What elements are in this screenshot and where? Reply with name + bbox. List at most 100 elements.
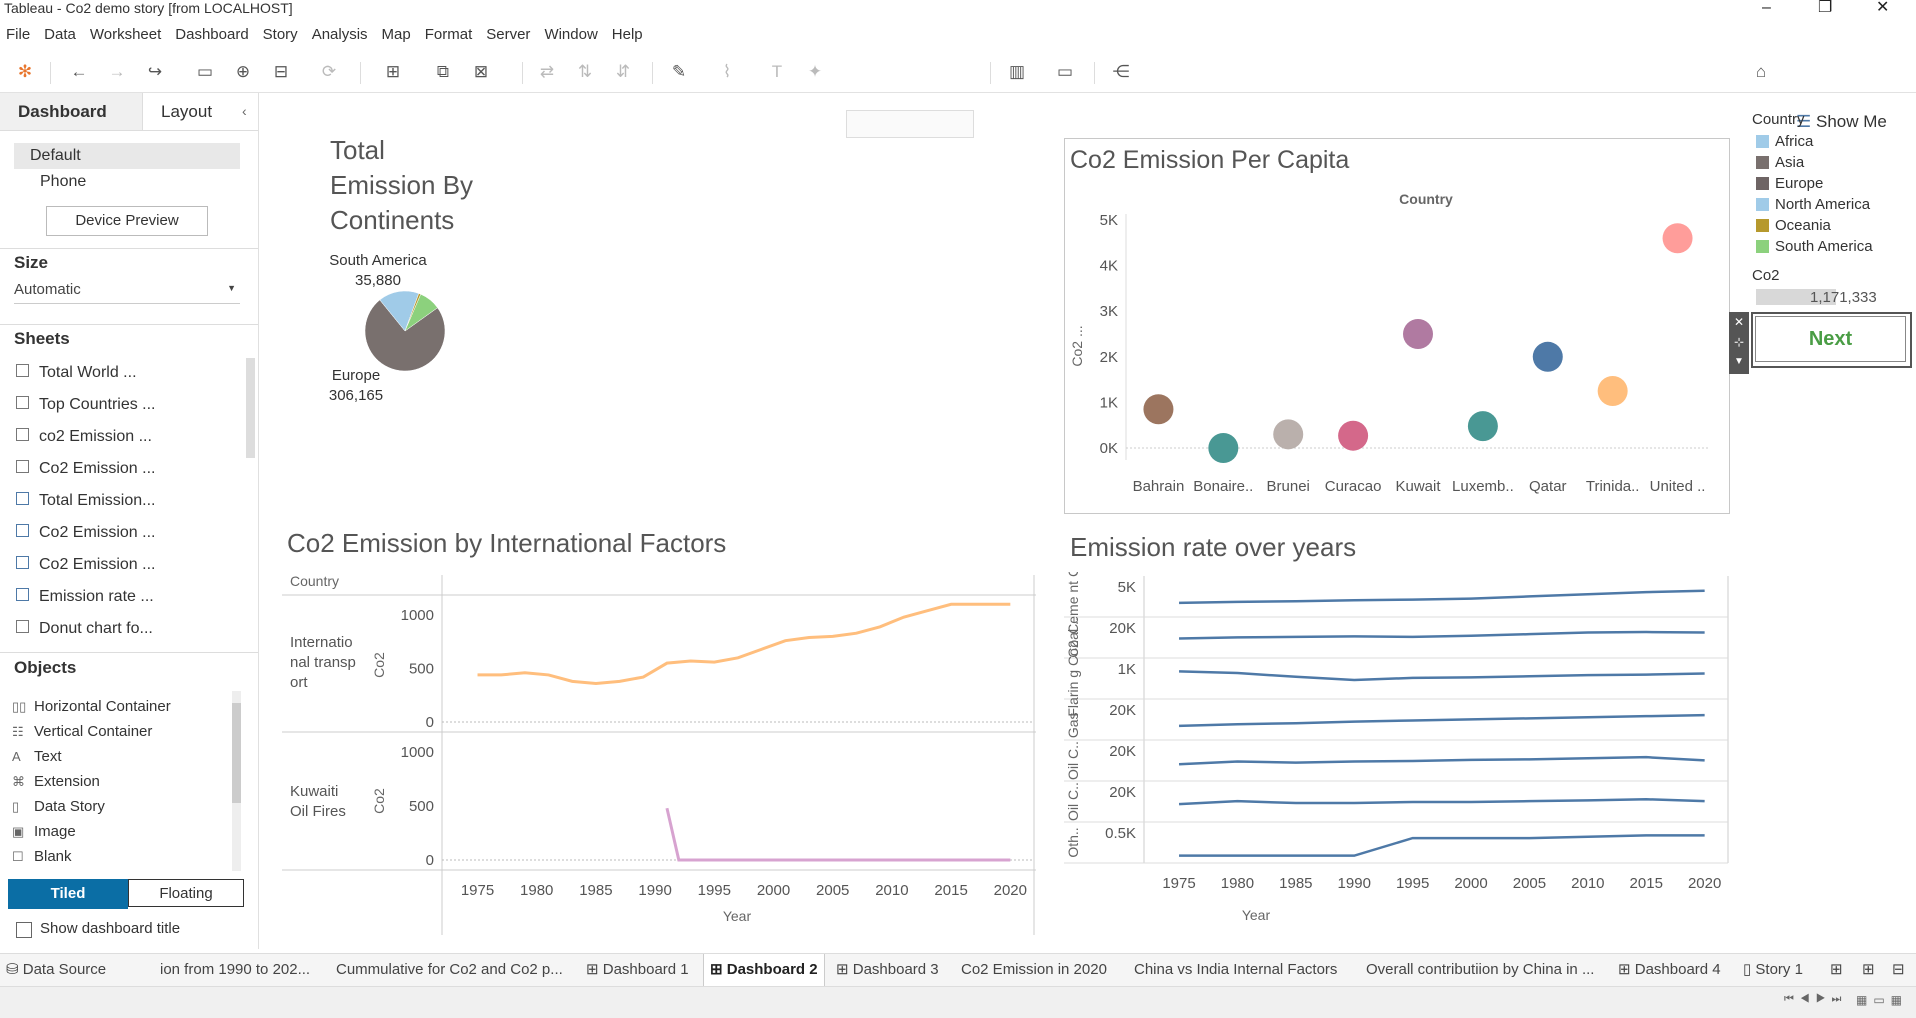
new-sheet-icon[interactable]: ⊞ — [382, 61, 404, 83]
new-story-icon[interactable]: ⊟ — [1892, 954, 1905, 986]
tiled-button[interactable]: Tiled — [8, 879, 128, 909]
pause-updates-icon[interactable]: ⊟ — [270, 61, 292, 83]
menu-dashboard[interactable]: Dashboard — [175, 24, 248, 46]
device-preview-button[interactable]: Device Preview — [46, 206, 208, 236]
menu-format[interactable]: Format — [425, 24, 473, 46]
presentation-mode-icon[interactable]: ▭ — [1054, 61, 1076, 83]
fit-dropdown[interactable] — [846, 110, 974, 138]
menu-server[interactable]: Server — [486, 24, 530, 46]
rate-x-tick: 2005 — [1513, 875, 1546, 892]
legend-item[interactable]: Oceania — [1756, 217, 1831, 237]
tab-dashboard-4[interactable]: ⊞ Dashboard 4 — [1618, 954, 1721, 986]
save-icon[interactable]: ▭ — [194, 61, 216, 83]
sheet-item[interactable]: Top Countries ... — [16, 396, 156, 420]
share-icon[interactable]: ⋲ — [1110, 61, 1132, 83]
tab-sheet[interactable]: Cummulative for Co2 and Co2 p... — [336, 954, 563, 986]
legend-item[interactable]: South America — [1756, 238, 1873, 258]
tab-data-source[interactable]: ⛁ Data Source — [6, 954, 106, 986]
legend-item[interactable]: Asia — [1756, 154, 1804, 174]
show-title-checkbox[interactable] — [16, 922, 32, 938]
sort-ascending-icon[interactable]: ⇅ — [574, 61, 596, 83]
more-options-icon[interactable]: ▼ — [1729, 352, 1749, 372]
tab-nav-arrows[interactable]: ⏮◀▶⏭ — [1784, 993, 1847, 1006]
legend-item[interactable]: Africa — [1756, 133, 1813, 153]
undo-icon[interactable]: ← — [68, 61, 90, 83]
replay-icon[interactable]: ↪ — [144, 61, 166, 83]
label-icon[interactable]: T — [766, 61, 788, 83]
floating-button[interactable]: Floating — [128, 879, 244, 907]
highlight-icon[interactable]: ✎ — [668, 61, 690, 83]
objects-scrollbar[interactable] — [232, 691, 241, 871]
minimize-icon[interactable]: – — [1762, 0, 1771, 16]
show-cards-icon[interactable]: ▥ — [1006, 61, 1028, 83]
object-text[interactable]: A Text — [12, 748, 62, 770]
sheet-item[interactable]: Donut chart fo... — [16, 620, 153, 644]
tab-dashboard-1[interactable]: ⊞ Dashboard 1 — [586, 954, 689, 986]
object-data-story[interactable]: ▯ Data Story — [12, 798, 105, 820]
sheet-item[interactable]: co2 Emission ... — [16, 428, 152, 452]
new-data-source-icon[interactable]: ⊕ — [232, 61, 254, 83]
swap-icon[interactable]: ⇄ — [536, 61, 558, 83]
clear-sheet-icon[interactable]: ⊠ — [470, 61, 492, 83]
new-worksheet-icon[interactable]: ⊞ — [1830, 954, 1843, 986]
tab-dashboard-2[interactable]: ⊞ Dashboard 2 — [703, 954, 825, 986]
pin-icon[interactable]: ✦ — [804, 61, 826, 83]
move-handle-icon[interactable]: ⊹ — [1729, 332, 1749, 352]
legend-item[interactable]: Europe — [1756, 175, 1823, 195]
sheet-item[interactable]: Co2 Emission ... — [16, 524, 155, 548]
format-painter-icon[interactable]: ⌂ — [1750, 61, 1772, 83]
tab-layout[interactable]: Layout — [142, 93, 258, 131]
show-me-button[interactable]: ☰ Show Me — [1796, 112, 1887, 132]
view-mode-icons[interactable]: ▦▭▦ — [1856, 993, 1908, 1007]
intl-ylabel: Co2 — [371, 652, 387, 678]
object-extension[interactable]: ⌘ Extension — [12, 773, 100, 795]
sheet-item[interactable]: Co2 Emission ... — [16, 556, 155, 580]
tab-sheet[interactable]: Overall contributiion by China in ... — [1366, 954, 1594, 986]
scatter-point — [1532, 341, 1563, 372]
object-vertical-container[interactable]: ☷ Vertical Container — [12, 723, 152, 745]
tab-sheet[interactable]: China vs India Internal Factors — [1134, 954, 1337, 986]
menu-data[interactable]: Data — [44, 24, 76, 46]
menu-analysis[interactable]: Analysis — [312, 24, 368, 46]
group-icon[interactable]: ⌇ — [716, 61, 738, 83]
new-dashboard-icon[interactable]: ⊞ — [1862, 954, 1875, 986]
sheets-scrollbar[interactable] — [246, 358, 255, 458]
object-image[interactable]: ▣ Image — [12, 823, 76, 845]
object-blank[interactable]: ☐ Blank — [12, 848, 72, 870]
menu-map[interactable]: Map — [382, 24, 411, 46]
menu-worksheet[interactable]: Worksheet — [90, 24, 161, 46]
sort-descending-icon[interactable]: ⇵ — [612, 61, 634, 83]
tab-dashboard-3[interactable]: ⊞ Dashboard 3 — [836, 954, 939, 986]
device-default[interactable]: Default — [14, 143, 240, 169]
size-dropdown[interactable]: Automatic ▼ — [14, 281, 240, 304]
menu-file[interactable]: File — [6, 24, 30, 46]
device-phone[interactable]: Phone — [40, 173, 86, 191]
status-bar: ⏮◀▶⏭ ▦▭▦ — [0, 986, 1916, 1018]
restore-icon[interactable]: ❐ — [1818, 0, 1832, 16]
pie-title-line: Emission By — [330, 170, 474, 200]
duplicate-icon[interactable]: ⧉ — [432, 61, 454, 83]
menu-story[interactable]: Story — [263, 24, 298, 46]
tab-story-1[interactable]: ▯ Story 1 — [1743, 954, 1803, 986]
object-horizontal-container[interactable]: ▯▯ Horizontal Container — [12, 698, 171, 720]
legend-label: South America — [1775, 238, 1873, 255]
close-window-icon[interactable]: ✕ — [1876, 0, 1889, 16]
tableau-logo-icon[interactable]: ✻ — [14, 61, 36, 83]
tab-sheet[interactable]: Co2 Emission in 2020 — [961, 954, 1107, 986]
refresh-icon[interactable]: ⟳ — [318, 61, 340, 83]
collapse-panel-icon[interactable]: ‹ — [242, 103, 247, 119]
sheet-item[interactable]: Total Emission... — [16, 492, 155, 516]
sheet-item[interactable]: Co2 Emission ... — [16, 460, 155, 484]
scatter-x-tick: Qatar — [1529, 478, 1567, 495]
next-button[interactable]: Next — [1755, 316, 1906, 362]
close-icon[interactable]: ✕ — [1729, 312, 1749, 332]
legend-item[interactable]: North America — [1756, 196, 1870, 216]
rate-y-tick: 20K — [1109, 620, 1136, 637]
tab-dashboard[interactable]: Dashboard — [0, 93, 142, 131]
sheet-item[interactable]: Total World ... — [16, 364, 137, 388]
sheet-item[interactable]: Emission rate ... — [16, 588, 154, 612]
redo-icon[interactable]: → — [106, 61, 128, 83]
menu-window[interactable]: Window — [544, 24, 597, 46]
tab-sheet[interactable]: ion from 1990 to 202... — [160, 954, 310, 986]
menu-help[interactable]: Help — [612, 24, 643, 46]
